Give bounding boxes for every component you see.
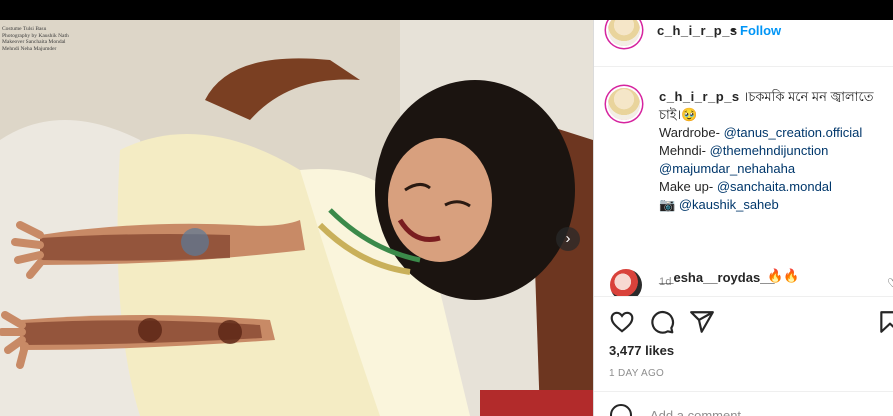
makeup-link[interactable]: @sanchaita.mondal [717,179,832,194]
image-credits: Costume Tulsi Basu Photography by Kaushi… [2,26,69,52]
post-timestamp: 1 DAY AGO [609,368,665,379]
author-username[interactable]: c_h_i_r_p_s [657,23,738,38]
caption-block: c_h_i_r_p_s ।চকমকি মনে মন জ্বালাতে চাই।🥹 … [594,66,893,296]
post-image[interactable]: Costume Tulsi Basu Photography by Kaushi… [0,20,593,416]
follow-button[interactable]: Follow [740,23,781,38]
camera-icon: 📷 [659,197,676,212]
caption-username[interactable]: c_h_i_r_p_s [659,89,740,104]
mehndi-link-1[interactable]: @themehndijunction [710,143,829,158]
caption-avatar[interactable] [608,88,640,120]
chevron-right-icon: › [565,230,571,247]
add-comment-input[interactable] [648,405,852,416]
comment-icon[interactable] [649,309,675,335]
wardrobe-link[interactable]: @tanus_creation.official [724,125,863,140]
post-header: c_h_i_r_p_s • Follow [594,20,893,67]
next-image-button[interactable]: › [556,227,580,251]
smiley-icon[interactable] [610,404,632,416]
likes-count[interactable]: 3,477 likes [609,343,674,358]
post-photo-illustration [0,20,593,416]
commenter-username[interactable]: __esha__roydas__ [659,270,775,285]
top-bar [0,0,893,20]
action-bar: 3,477 likes 1 DAY AGO [594,296,893,416]
comment-row: __esha__roydas__ 🔥🔥 ♡ [594,266,893,301]
comment-like-icon[interactable]: ♡ [887,276,893,290]
author-avatar[interactable] [608,20,640,46]
bookmark-icon[interactable] [877,309,893,335]
wardrobe-label: Wardrobe- [659,125,720,140]
add-comment-bar [594,391,893,416]
header-separator: • [731,22,736,37]
post-side-panel: c_h_i_r_p_s • Follow c_h_i_r_p_s ।চকমকি ম… [593,20,893,416]
mehndi-link-2[interactable]: @majumdar_nehahaha [659,161,795,176]
mehndi-label: Mehndi- [659,143,706,158]
photo-link[interactable]: @kaushik_saheb [679,197,779,212]
comment-text: 🔥🔥 [767,268,800,283]
heart-icon[interactable] [609,309,635,335]
caption-text: c_h_i_r_p_s ।চকমকি মনে মন জ্বালাতে চাই।🥹 … [659,88,887,214]
makeup-label: Make up- [659,179,714,194]
paper-plane-icon[interactable] [689,309,715,335]
